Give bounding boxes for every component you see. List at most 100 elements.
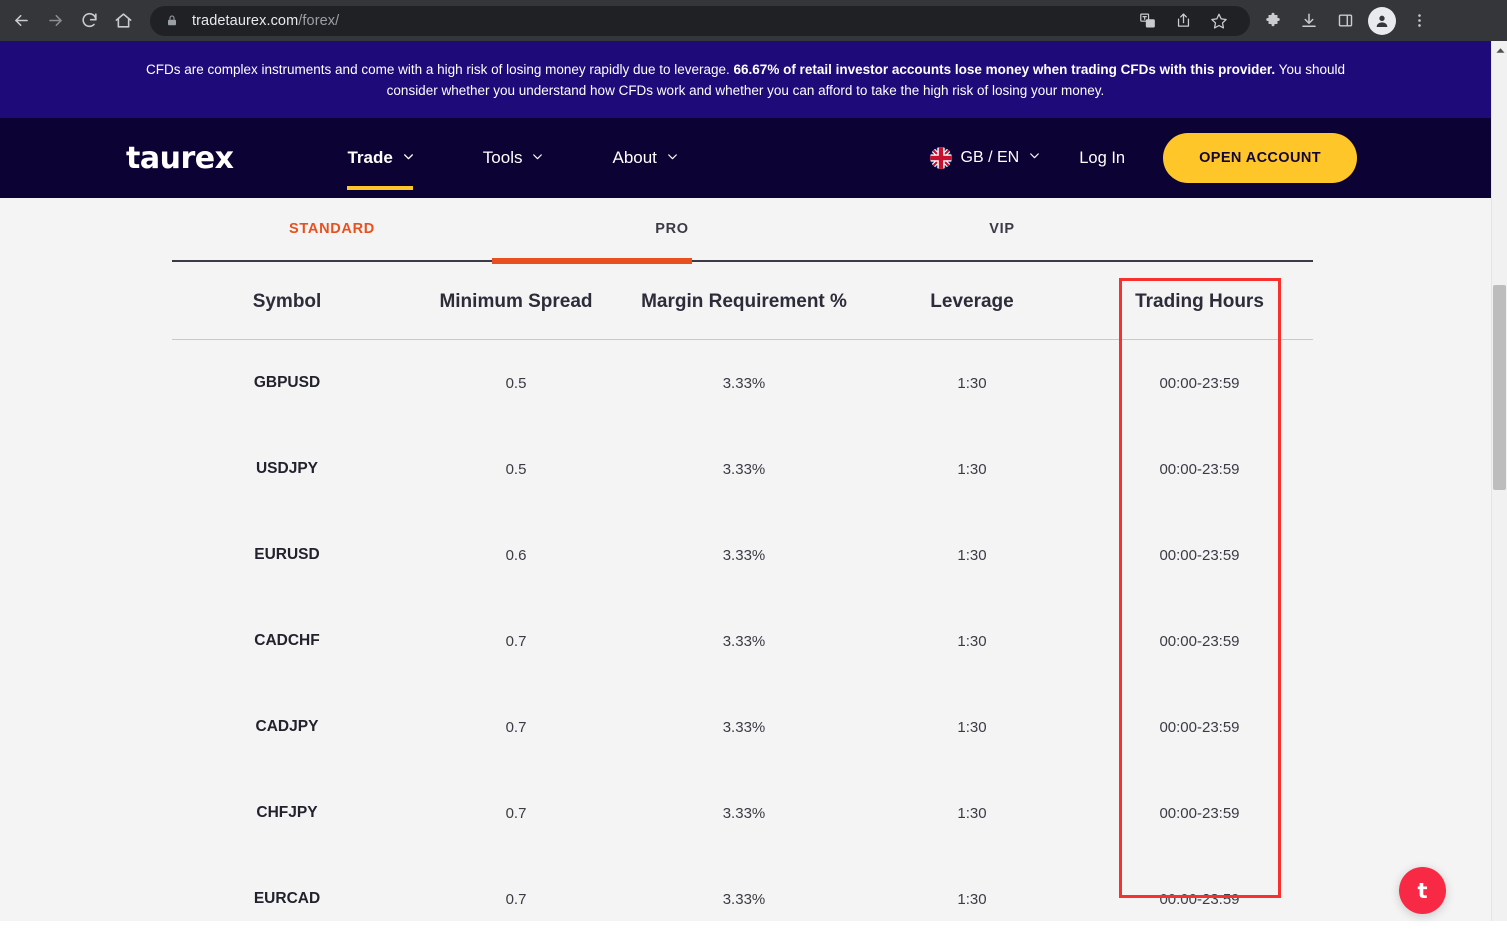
cell-leverage: 1:30 <box>858 340 1086 427</box>
open-account-button[interactable]: OPEN ACCOUNT <box>1163 133 1357 183</box>
cell-leverage: 1:30 <box>858 856 1086 942</box>
back-arrow-icon[interactable] <box>4 4 38 38</box>
column-header-minimum-spread[interactable]: Minimum Spread <box>402 262 630 340</box>
cell-leverage: 1:30 <box>858 770 1086 856</box>
share-icon[interactable] <box>1166 4 1200 38</box>
browser-nav-buttons <box>0 4 140 38</box>
cell-symbol: EURUSD <box>172 512 402 598</box>
risk-text-bold: 66.67% of retail investor accounts lose … <box>734 62 1276 77</box>
nav-item-about[interactable]: About <box>578 118 712 198</box>
cell-leverage: 1:30 <box>858 426 1086 512</box>
url-domain: tradetaurex.com <box>192 13 298 29</box>
risk-text-before: CFDs are complex instruments and come wi… <box>146 62 734 77</box>
cell-spread: 0.7 <box>402 684 630 770</box>
profile-avatar-icon[interactable] <box>1368 7 1396 35</box>
cell-spread: 0.5 <box>402 340 630 427</box>
risk-disclaimer-banner: CFDs are complex instruments and come wi… <box>0 41 1491 118</box>
account-type-tabs: STANDARD PRO VIP <box>172 198 1313 262</box>
tab-active-underline <box>492 258 692 264</box>
taurex-logo[interactable]: taurex <box>126 141 233 176</box>
cell-hours: 00:00-23:59 <box>1086 426 1313 512</box>
address-bar[interactable]: tradetaurex.com/forex/ <box>150 6 1250 36</box>
side-panel-icon[interactable] <box>1328 4 1362 38</box>
cell-hours: 00:00-23:59 <box>1086 770 1313 856</box>
cell-leverage: 1:30 <box>858 598 1086 684</box>
three-dot-menu-icon[interactable] <box>1402 4 1436 38</box>
cell-symbol: EURCAD <box>172 856 402 942</box>
cell-hours: 00:00-23:59 <box>1086 856 1313 942</box>
tab-vip[interactable]: VIP <box>852 198 1152 260</box>
nav-item-tools[interactable]: Tools <box>449 118 579 198</box>
cell-spread: 0.7 <box>402 770 630 856</box>
nav-item-trade-label: Trade <box>347 148 392 168</box>
cell-symbol: CADCHF <box>172 598 402 684</box>
bookmark-star-icon[interactable] <box>1202 4 1236 38</box>
chevron-down-icon <box>402 148 415 168</box>
cell-margin: 3.33% <box>630 684 858 770</box>
locale-label: GB / EN <box>961 149 1020 167</box>
nav-active-underline <box>347 186 413 190</box>
cell-margin: 3.33% <box>630 512 858 598</box>
cell-margin: 3.33% <box>630 856 858 942</box>
home-icon[interactable] <box>106 4 140 38</box>
site-header: taurex Trade Tools About <box>0 118 1491 198</box>
column-header-symbol[interactable]: Symbol <box>172 262 402 340</box>
cell-spread: 0.7 <box>402 856 630 942</box>
login-link[interactable]: Log In <box>1079 149 1125 168</box>
chevron-down-icon <box>1028 149 1041 167</box>
column-header-trading-hours[interactable]: Trading Hours <box>1086 262 1313 340</box>
table-row: CHFJPY 0.7 3.33% 1:30 00:00-23:59 <box>172 770 1313 856</box>
reload-icon[interactable] <box>72 4 106 38</box>
primary-nav: Trade Tools About <box>313 118 712 198</box>
cell-margin: 3.33% <box>630 598 858 684</box>
forex-rates-table: Symbol Minimum Spread Margin Requirement… <box>172 262 1313 942</box>
omnibox-actions <box>1130 4 1236 38</box>
table-row: EURUSD 0.6 3.33% 1:30 00:00-23:59 <box>172 512 1313 598</box>
page-scrollbar[interactable] <box>1491 41 1507 921</box>
url-path: /forex/ <box>298 13 339 29</box>
cell-leverage: 1:30 <box>858 684 1086 770</box>
chevron-down-icon <box>531 148 544 168</box>
forward-arrow-icon[interactable] <box>38 4 72 38</box>
table-row: CADCHF 0.7 3.33% 1:30 00:00-23:59 <box>172 598 1313 684</box>
table-row: USDJPY 0.5 3.33% 1:30 00:00-23:59 <box>172 426 1313 512</box>
support-chat-button[interactable]: t <box>1399 867 1446 914</box>
column-header-margin-requirement[interactable]: Margin Requirement % <box>630 262 858 340</box>
download-icon[interactable] <box>1292 4 1326 38</box>
risk-disclaimer-text: CFDs are complex instruments and come wi… <box>120 59 1371 101</box>
cell-margin: 3.33% <box>630 340 858 427</box>
cell-symbol: USDJPY <box>172 426 402 512</box>
page-content: STANDARD PRO VIP Symbol Minimum Spread M… <box>0 198 1491 921</box>
cell-hours: 00:00-23:59 <box>1086 340 1313 427</box>
cell-symbol: CHFJPY <box>172 770 402 856</box>
nav-item-about-label: About <box>612 148 656 168</box>
cell-spread: 0.5 <box>402 426 630 512</box>
language-selector[interactable]: GB / EN <box>930 147 1042 169</box>
rates-section: STANDARD PRO VIP Symbol Minimum Spread M… <box>172 198 1313 942</box>
url-text: tradetaurex.com/forex/ <box>192 13 339 29</box>
tab-standard[interactable]: STANDARD <box>172 198 492 260</box>
cell-margin: 3.33% <box>630 426 858 512</box>
browser-actions <box>1256 4 1436 38</box>
table-row: GBPUSD 0.5 3.33% 1:30 00:00-23:59 <box>172 340 1313 427</box>
scrollbar-up-arrow-icon[interactable] <box>1492 41 1507 59</box>
extensions-puzzle-icon[interactable] <box>1256 4 1290 38</box>
uk-flag-icon <box>930 147 952 169</box>
column-header-leverage[interactable]: Leverage <box>858 262 1086 340</box>
cell-hours: 00:00-23:59 <box>1086 598 1313 684</box>
translate-icon[interactable] <box>1130 4 1164 38</box>
cell-margin: 3.33% <box>630 770 858 856</box>
nav-item-tools-label: Tools <box>483 148 523 168</box>
table-row: CADJPY 0.7 3.33% 1:30 00:00-23:59 <box>172 684 1313 770</box>
tab-pro[interactable]: PRO <box>492 198 852 260</box>
scrollbar-thumb[interactable] <box>1493 285 1506 490</box>
cell-leverage: 1:30 <box>858 512 1086 598</box>
table-header-row: Symbol Minimum Spread Margin Requirement… <box>172 262 1313 340</box>
browser-toolbar: tradetaurex.com/forex/ <box>0 0 1507 41</box>
cell-symbol: GBPUSD <box>172 340 402 427</box>
cell-spread: 0.7 <box>402 598 630 684</box>
lock-icon <box>164 13 180 29</box>
cell-hours: 00:00-23:59 <box>1086 684 1313 770</box>
nav-item-trade[interactable]: Trade <box>313 118 448 198</box>
cell-symbol: CADJPY <box>172 684 402 770</box>
